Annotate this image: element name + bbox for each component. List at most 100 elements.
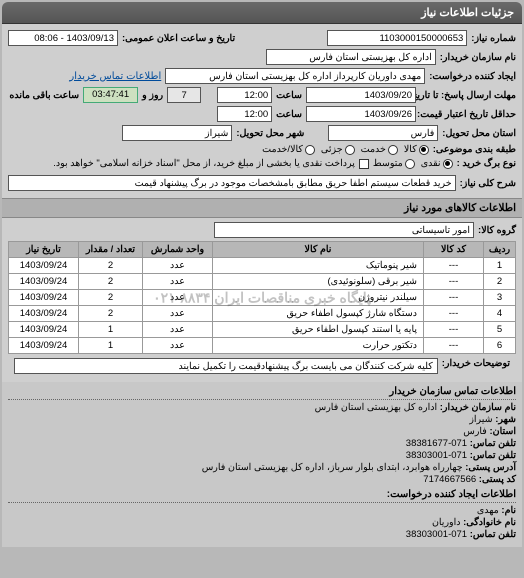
budget-label: طبقه بندی موضوعی: [433, 144, 516, 155]
creator-phone: 071-38303001 [406, 529, 467, 540]
payment-opt-0[interactable]: نقدی [421, 158, 453, 169]
budget-radio-group: کالا خدمت جزئی کالا/خدمت [262, 144, 429, 155]
org-phone-label: تلفن تماس: [470, 438, 516, 449]
budget-opt-1[interactable]: خدمت [361, 144, 398, 155]
city-value: شیراز [122, 125, 232, 141]
payment-opt-1[interactable]: متوسط [373, 158, 415, 169]
org-name-label: نام سازمان خریدار: [440, 402, 516, 413]
creator-name-label: نام: [501, 505, 516, 516]
payment-note-checkbox[interactable] [359, 159, 369, 169]
cell-name: دتکتور حرارت [213, 338, 424, 354]
announce-value: 1403/09/13 - 08:06 [8, 30, 118, 46]
table-row: 1---شیر پنوماتیکعدد21403/09/24 [9, 258, 516, 274]
org-addr-label: آدرس پستی: [465, 462, 516, 473]
cell-idx: 2 [484, 274, 516, 290]
province-label: استان محل تحویل: [442, 128, 516, 139]
cell-qty: 2 [79, 274, 143, 290]
cell-idx: 5 [484, 322, 516, 338]
budget-opt-0[interactable]: کالا [404, 144, 429, 155]
org-name: اداره کل بهزیستی استان فارس [315, 402, 437, 413]
group-label: گروه کالا: [478, 225, 516, 236]
org-province-label: استان: [489, 426, 516, 437]
org-fax-label: تلفن تماس: [470, 450, 516, 461]
cell-name: سیلندر نیتروژن [213, 290, 424, 306]
cell-date: 1403/09/24 [9, 322, 79, 338]
cell-name: دستگاه شارژ کپسول اطفاء حریق [213, 306, 424, 322]
budget-opt-3[interactable]: کالا/خدمت [262, 144, 315, 155]
col-code: کد کالا [424, 242, 484, 258]
cell-unit: عدد [143, 258, 213, 274]
requester-label: ایجاد کننده درخواست: [429, 71, 516, 82]
org-zip-label: کد پستی: [479, 474, 516, 485]
org-city: شیراز [469, 414, 492, 425]
buyer-contact-link[interactable]: اطلاعات تماس خریدار [69, 71, 161, 82]
city-label: شهر محل تحویل: [236, 128, 304, 139]
col-idx: ردیف [484, 242, 516, 258]
need-info-panel: جزئیات اطلاعات نیاز شماره نیاز: 11030001… [2, 2, 522, 547]
buyer-note-value: کلیه شرکت کنندگان می بایست برگ پیشنهادقی… [14, 358, 438, 374]
radio-icon [305, 145, 315, 155]
cell-name: پایه یا استند کپسول اطفاء حریق [213, 322, 424, 338]
days-remaining: 7 [167, 87, 201, 103]
table-row: 4---دستگاه شارژ کپسول اطفاء حریقعدد21403… [9, 306, 516, 322]
cell-code: --- [424, 274, 484, 290]
req-no-value: 1103000150000653 [327, 30, 467, 46]
validity-time: 12:00 [217, 106, 272, 122]
cell-code: --- [424, 290, 484, 306]
org-province: فارس [463, 426, 487, 437]
requester-value: مهدی داوریان کارپرداز اداره کل بهزیستی ا… [165, 68, 425, 84]
col-qty: تعداد / مقدار [79, 242, 143, 258]
radio-icon [419, 145, 429, 155]
req-no-label: شماره نیاز: [471, 33, 516, 44]
goods-table-wrap: ردیف کد کالا نام کالا واحد شمارش تعداد /… [8, 241, 516, 354]
cell-code: --- [424, 306, 484, 322]
announce-label: تاریخ و ساعت اعلان عمومی: [122, 33, 235, 44]
days-and-label: روز و [142, 90, 163, 101]
remaining-label: ساعت باقی مانده [9, 90, 79, 101]
countdown-timer: 03:47:41 [83, 87, 138, 103]
org-phone: 071-38381677 [406, 438, 467, 449]
col-name: نام کالا [213, 242, 424, 258]
cell-unit: عدد [143, 338, 213, 354]
cell-unit: عدد [143, 290, 213, 306]
validity-label: حداقل تاریخ اعتبار قیمت: تا تاریخ: [420, 109, 516, 120]
cell-code: --- [424, 258, 484, 274]
cell-unit: عدد [143, 274, 213, 290]
cell-date: 1403/09/24 [9, 258, 79, 274]
payment-note: پرداخت نقدی یا بخشی از مبلغ خرید، از محل… [53, 158, 355, 169]
col-unit: واحد شمارش [143, 242, 213, 258]
cell-date: 1403/09/24 [9, 290, 79, 306]
cell-name: شیر پنوماتیک [213, 258, 424, 274]
table-header-row: ردیف کد کالا نام کالا واحد شمارش تعداد /… [9, 242, 516, 258]
cell-code: --- [424, 322, 484, 338]
org-zip: 7174667566 [423, 474, 476, 485]
desc-label: شرح کلی نیاز: [460, 178, 516, 189]
deadline-date: 1403/09/20 [306, 87, 416, 103]
payment-label: نوع برگ خرید : [457, 158, 516, 169]
org-fax: 071-38303001 [406, 450, 467, 461]
cell-idx: 4 [484, 306, 516, 322]
cell-qty: 1 [79, 338, 143, 354]
desc-value: خرید قطعات سیستم اطفا حریق مطابق بامشخصا… [8, 175, 456, 191]
validity-date: 1403/09/26 [306, 106, 416, 122]
cell-code: --- [424, 338, 484, 354]
table-row: 2---شیر برقی (سلونوئیدی)عدد21403/09/24 [9, 274, 516, 290]
radio-icon [443, 159, 453, 169]
budget-opt-2[interactable]: جزئی [321, 144, 355, 155]
org-contact-header: اطلاعات تماس سازمان خریدار [8, 386, 516, 400]
radio-icon [405, 159, 415, 169]
radio-icon [345, 145, 355, 155]
deadline-label: مهلت ارسال پاسخ: تا تاریخ: [420, 90, 516, 101]
org-city-label: شهر: [495, 414, 516, 425]
cell-date: 1403/09/24 [9, 306, 79, 322]
cell-date: 1403/09/24 [9, 338, 79, 354]
goods-header: اطلاعات کالاهای مورد نیاز [2, 198, 522, 218]
col-date: تاریخ نیاز [9, 242, 79, 258]
time-label-1: ساعت [276, 90, 302, 101]
creator-phone-label: تلفن تماس: [470, 529, 516, 540]
buyer-note-label: توضیحات خریدار: [442, 358, 510, 374]
org-addr: چهارراه هوابرد، ابتدای بلوار سرباز، ادار… [202, 462, 463, 473]
cell-date: 1403/09/24 [9, 274, 79, 290]
cell-qty: 2 [79, 258, 143, 274]
time-label-2: ساعت [276, 109, 302, 120]
